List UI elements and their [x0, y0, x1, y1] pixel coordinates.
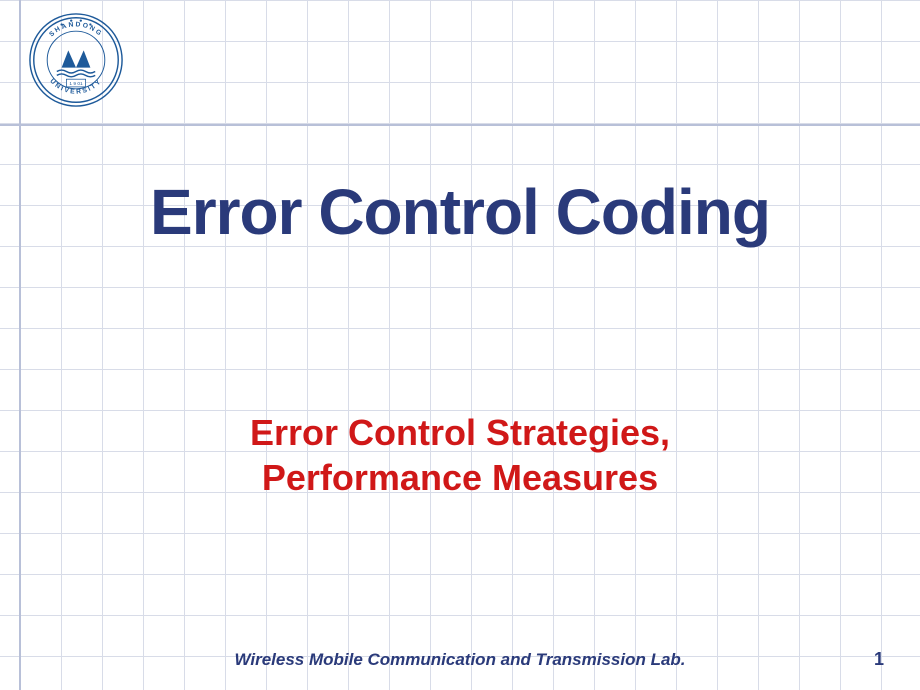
svg-text:SHANDONG: SHANDONG: [48, 21, 104, 38]
university-logo: 1 9 01 SHANDONG UNIVERSITY: [28, 12, 124, 108]
subtitle-line-1: Error Control Strategies,: [250, 412, 670, 453]
major-gridline-horizontal: [0, 124, 920, 126]
major-gridline-vertical: [19, 0, 21, 690]
subtitle-line-2: Performance Measures: [262, 457, 658, 498]
logo-svg: 1 9 01 SHANDONG UNIVERSITY: [28, 12, 124, 108]
slide-subtitle: Error Control Strategies, Performance Me…: [0, 410, 920, 500]
footer-lab-name: Wireless Mobile Communication and Transm…: [0, 650, 920, 670]
svg-text:1 9 01: 1 9 01: [69, 81, 83, 87]
slide-title: Error Control Coding: [0, 175, 920, 249]
grid-background: [0, 0, 920, 690]
page-number: 1: [874, 649, 884, 670]
